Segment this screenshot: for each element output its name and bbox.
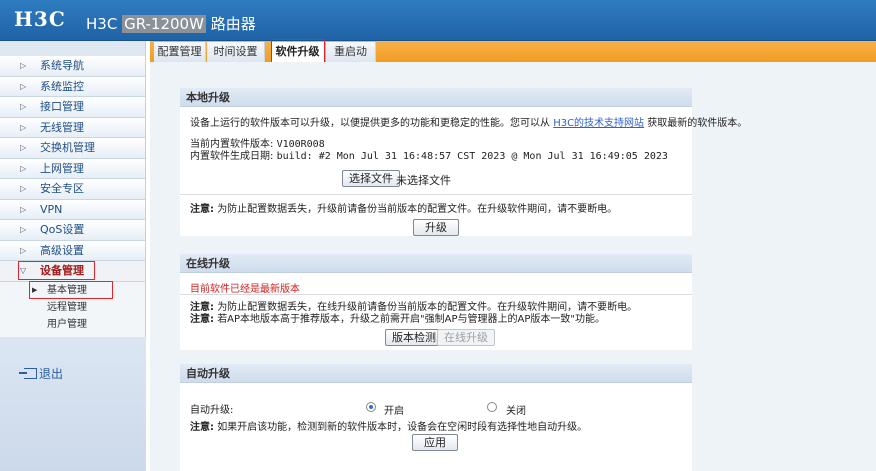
local-upgrade-title: 本地升级 [180,88,692,107]
auto-upgrade-off-label: 关闭 [506,406,526,417]
title-model: GR-1200W [122,15,206,33]
auto-upgrade-title: 自动升级 [180,364,692,383]
online-upgrade-title: 在线升级 [180,254,692,273]
chevron-right-icon: ▷ [20,163,27,173]
local-upgrade-description: 设备上运行的软件版本可以升级，以便提供更多的功能和更稳定的性能。您可以从 H3C… [190,114,747,129]
tab-software-upgrade[interactable]: 软件升级 [271,42,325,62]
sidebar: ▷ 系统导航 ▷ 系统监控 ▷ 接口管理 ▷ 无线管理 ▷ 交换机管理 ▷ 上网管理 ▷ 安全… [0,41,146,471]
sidebar-top-strip [0,41,145,56]
chevron-right-icon: ▷ [20,184,27,193]
sidebar-item-system-monitor[interactable]: ▷ 系统监控 [0,76,145,97]
tab-restart[interactable]: 重启动 [326,42,376,62]
note-label: 注意: [190,314,214,325]
sidebar-subitem-label: 用户管理 [47,318,87,330]
h3c-logo: H3C [14,7,66,31]
sidebar-item-system-nav[interactable]: ▷ 系统导航 [0,56,145,77]
note-text: 如果开启该功能，检测到新的软件版本时，设备会在空闲时段有选择性地自动升级。 [217,422,588,433]
tab-time-settings[interactable]: 时间设置 [207,42,265,62]
main-content: 本地升级 设备上运行的软件版本可以升级，以便提供更多的功能和更稳定的性能。您可以… [150,62,876,471]
online-note-2: 注意: 若AP本地版本高于推荐版本，升级之前需开启"强制AP与管理器上的AP版本… [190,310,605,325]
sidebar-item-qos[interactable]: ▷ QoS设置 [0,220,145,241]
sidebar-item-label: 设备管理 [40,264,84,277]
sidebar-subitem-basic-management[interactable]: ▶ 基本管理 [0,282,145,299]
sidebar-item-switch[interactable]: ▷ 交换机管理 [0,138,145,159]
chevron-right-icon: ▷ [20,81,27,91]
sidebar-item-label: VPN [40,202,63,216]
chevron-right-icon: ▷ [20,102,27,111]
divider [180,294,692,295]
online-upgrade-panel: 在线升级 目前软件已经是最新版本 注意: 为防止配置数据丢失，在线升级前请备份当… [180,254,692,350]
note-text: 为防止配置数据丢失，升级前请备份当前版本的配置文件。在升级软件期间，请不要断电。 [217,204,618,215]
auto-upgrade-label: 自动升级: [190,405,234,416]
logout-label: 退出 [39,367,64,381]
auto-upgrade-panel: 自动升级 自动升级: 开启 关闭 注意: 如果开启该功能，检测到新的软件版本时，… [180,364,692,471]
note-label: 注意: [190,204,214,215]
triangle-right-icon: ▶ [32,285,38,294]
chevron-right-icon: ▷ [20,122,27,132]
sidebar-item-label: 无线管理 [40,120,84,134]
choose-file-button[interactable]: 选择文件 [342,170,400,187]
chevron-right-icon: ▷ [20,61,27,70]
build-value: build: #2 Mon Jul 31 16:48:57 CST 2023 @… [276,151,668,162]
chevron-right-icon: ▷ [20,143,27,152]
sidebar-item-label: 高级设置 [40,243,84,257]
no-file-selected: 未选择文件 [396,174,451,187]
local-upgrade-panel: 本地升级 设备上运行的软件版本可以升级，以便提供更多的功能和更稳定的性能。您可以… [180,88,747,236]
sidebar-item-internet[interactable]: ▷ 上网管理 [0,158,145,179]
page-title: H3C GR-1200W 路由器 [86,13,256,34]
online-upgrade-button[interactable]: 在线升级 [437,329,495,346]
logout-button[interactable]: 退出 [19,365,64,382]
sidebar-subitem-label: 远程管理 [47,301,87,313]
version-check-button[interactable]: 版本检测 [385,329,443,346]
tab-bar: 配置管理 时间设置 软件升级 重启动 [150,41,876,62]
title-suffix: 路由器 [210,15,256,33]
sidebar-item-device-management[interactable]: ▽ 设备管理 [0,261,145,282]
tab-config-management[interactable]: 配置管理 [154,42,206,62]
auto-upgrade-on-radio[interactable] [366,402,376,412]
apply-button[interactable]: 应用 [412,434,458,451]
sidebar-item-security[interactable]: ▷ 安全专区 [0,179,145,200]
chevron-right-icon: ▷ [20,204,27,214]
sidebar-item-wireless[interactable]: ▷ 无线管理 [0,117,145,138]
note-text: 若AP本地版本高于推荐版本，升级之前需开启"强制AP与管理器上的AP版本一致"功… [217,314,605,325]
sidebar-subitem-user-management[interactable]: 用户管理 [0,316,145,333]
auto-upgrade-off-radio[interactable] [487,402,497,412]
sidebar-item-interface[interactable]: ▷ 接口管理 [0,97,145,118]
chevron-right-icon: ▷ [20,245,27,255]
auto-upgrade-note: 注意: 如果开启该功能，检测到新的软件版本时，设备会在空闲时段有选择性地自动升级… [190,418,587,433]
header-bar: H3C H3C GR-1200W 路由器 [0,0,876,41]
sidebar-subitem-remote-management[interactable]: 远程管理 [0,299,145,316]
title-brand: H3C [86,15,118,33]
auto-upgrade-on-label: 开启 [384,406,404,417]
online-status-text: 目前软件已经是最新版本 [190,284,300,295]
divider [180,194,692,195]
sidebar-item-label: 接口管理 [40,100,84,113]
logout-icon [19,368,37,379]
sidebar-item-advanced[interactable]: ▷ 高级设置 [0,240,145,261]
sidebar-item-label: 上网管理 [40,161,84,175]
sidebar-item-label: 安全专区 [40,182,84,195]
h3c-support-link[interactable]: H3C的技术支持网站 [553,118,644,129]
upgrade-button[interactable]: 升级 [413,219,459,236]
local-upgrade-note: 注意: 为防止配置数据丢失，升级前请备份当前版本的配置文件。在升级软件期间，请不… [190,200,617,215]
sidebar-subitem-label: 基本管理 [47,284,87,296]
sidebar-bottom: 退出 [0,337,146,471]
chevron-down-icon: ▽ [20,266,27,275]
sidebar-item-label: 系统监控 [40,79,84,93]
sidebar-item-label: 系统导航 [40,59,84,72]
description-text-end: 获取最新的软件版本。 [647,118,748,129]
chevron-right-icon: ▷ [20,225,27,234]
note-label: 注意: [190,422,214,433]
sidebar-item-vpn[interactable]: ▷ VPN [0,199,145,220]
build-label: 内置软件生成日期: [190,151,274,162]
sidebar-item-label: 交换机管理 [40,141,95,154]
build-date-row: 内置软件生成日期: build: #2 Mon Jul 31 16:48:57 … [190,147,668,162]
description-text: 设备上运行的软件版本可以升级，以便提供更多的功能和更稳定的性能。您可以从 [190,118,550,129]
sidebar-item-label: QoS设置 [40,223,85,236]
